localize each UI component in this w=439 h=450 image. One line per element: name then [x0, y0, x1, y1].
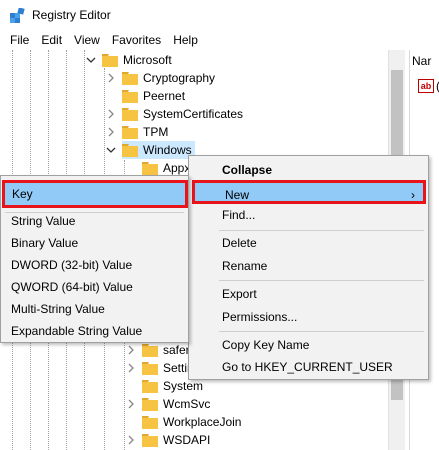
menu-view[interactable]: View	[68, 30, 106, 50]
tree-node-label: WSDAPI	[163, 433, 211, 447]
chevron-down-icon[interactable]	[86, 55, 96, 65]
selected-node-highlight: Windows	[122, 141, 195, 159]
chevron-right-icon[interactable]	[106, 73, 116, 83]
tree-node-wsdapi[interactable]: WSDAPI	[126, 430, 210, 450]
context-menu: Collapse New › Find... Delete Rename Exp…	[188, 155, 429, 380]
tree-node-label: WcmSvc	[163, 397, 211, 411]
tree-node-windows[interactable]: Windows	[106, 140, 195, 160]
folder-icon	[122, 89, 138, 103]
window-title: Registry Editor	[32, 8, 111, 22]
menu-favorites[interactable]: Favorites	[106, 30, 167, 50]
tree-node-wcmsvc[interactable]: WcmSvc	[126, 394, 210, 414]
tree-node-label: TPM	[143, 125, 169, 139]
name-column-header[interactable]: Nar	[412, 52, 439, 70]
submenu-item-key[interactable]: Key	[2, 180, 188, 208]
tree-node-tpm[interactable]: TPM	[106, 122, 168, 142]
menu-bar: File Edit View Favorites Help	[0, 30, 439, 50]
title-bar: Registry Editor	[0, 0, 439, 30]
folder-icon	[102, 53, 118, 67]
folder-icon	[122, 143, 138, 157]
new-submenu: Key String Value Binary Value DWORD (32-…	[0, 175, 189, 343]
folder-icon	[122, 125, 138, 139]
tree-node-label: safer	[163, 343, 190, 357]
folder-icon	[142, 161, 158, 175]
menu-separator	[219, 230, 424, 231]
registry-editor-icon	[9, 7, 25, 24]
chevron-down-icon[interactable]	[106, 145, 116, 155]
chevron-right-icon[interactable]	[106, 127, 116, 137]
menu-item-permissions[interactable]: Permissions...	[189, 306, 428, 328]
menu-item-find[interactable]: Find...	[189, 204, 428, 226]
chevron-right-icon[interactable]	[126, 345, 136, 355]
tree-node-systemcertificates[interactable]: SystemCertificates	[106, 104, 243, 124]
tree-node-label: Cryptography	[143, 71, 216, 85]
tree-node-label: System	[163, 379, 204, 393]
tree-node-label: WorkplaceJoin	[163, 415, 242, 429]
folder-icon	[122, 71, 138, 85]
submenu-item-expandable-string-value[interactable]: Expandable String Value	[1, 320, 188, 342]
folder-icon	[142, 343, 158, 357]
menu-edit[interactable]: Edit	[35, 30, 68, 50]
tree-node-label: SystemCertificates	[143, 107, 244, 121]
menu-file[interactable]: File	[4, 30, 35, 50]
menu-item-delete[interactable]: Delete	[189, 232, 428, 254]
folder-icon	[122, 107, 138, 121]
submenu-item-dword-value[interactable]: DWORD (32-bit) Value	[1, 254, 188, 276]
submenu-item-string-value[interactable]: String Value	[1, 210, 188, 232]
tree-node-label: Windows	[143, 143, 192, 157]
tree-node-safer[interactable]: safer	[126, 340, 190, 360]
menu-item-new[interactable]: New ›	[192, 180, 426, 204]
menu-item-copy-key-name[interactable]: Copy Key Name	[189, 334, 428, 356]
menu-item-export[interactable]: Export	[189, 283, 428, 305]
tree-node-workplacejoin[interactable]: WorkplaceJoin	[142, 412, 241, 432]
folder-icon	[142, 433, 158, 447]
menu-help[interactable]: Help	[167, 30, 204, 50]
tree-node-label: Peernet	[143, 89, 186, 103]
tree-node-label: Appx	[163, 161, 191, 175]
string-value-icon: ab	[418, 79, 434, 93]
tree-node-label: Microsoft	[123, 53, 172, 67]
submenu-item-multi-string-value[interactable]: Multi-String Value	[1, 298, 188, 320]
submenu-item-binary-value[interactable]: Binary Value	[1, 232, 188, 254]
chevron-right-icon[interactable]	[126, 435, 136, 445]
menu-item-collapse[interactable]: Collapse	[189, 159, 428, 181]
tree-node-microsoft[interactable]: Microsoft	[86, 50, 172, 70]
tree-node-peernet[interactable]: Peernet	[122, 86, 185, 106]
folder-icon	[142, 397, 158, 411]
folder-icon	[142, 379, 158, 393]
tree-node-settings[interactable]: Settin	[126, 358, 194, 378]
folder-icon	[142, 415, 158, 429]
menu-item-goto-hkcu[interactable]: Go to HKEY_CURRENT_USER	[189, 356, 428, 378]
chevron-right-icon[interactable]	[126, 363, 136, 373]
menu-item-new-label: New	[225, 188, 250, 202]
submenu-item-qword-value[interactable]: QWORD (64-bit) Value	[1, 276, 188, 298]
menu-separator	[219, 280, 424, 281]
value-row[interactable]: ab (	[418, 78, 439, 94]
chevron-right-icon[interactable]	[126, 399, 136, 409]
folder-icon	[142, 361, 158, 375]
chevron-right-icon[interactable]	[106, 109, 116, 119]
tree-node-cryptography[interactable]: Cryptography	[106, 68, 215, 88]
menu-item-rename[interactable]: Rename	[189, 255, 428, 277]
menu-separator	[219, 331, 424, 332]
